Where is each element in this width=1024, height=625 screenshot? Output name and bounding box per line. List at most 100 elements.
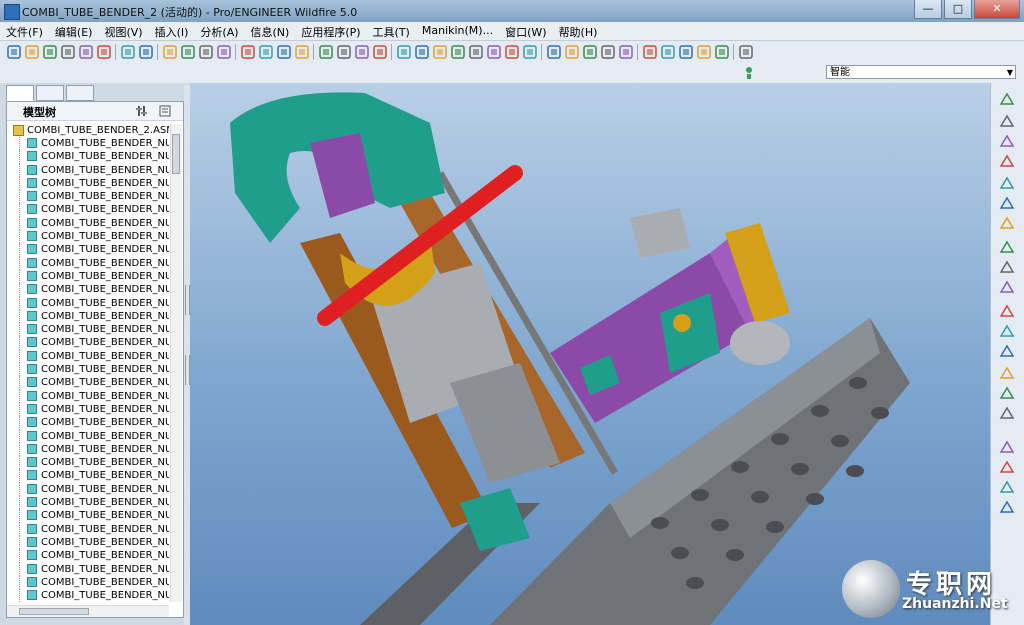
tree-item[interactable]: COMBI_TUBE_BENDER_NULL__22 — [7, 575, 169, 590]
tree-item[interactable]: COMBI_TUBE_BENDER_NULL__23 — [7, 442, 169, 457]
maximize-button[interactable]: □ — [944, 0, 972, 19]
tab-favorites[interactable] — [66, 85, 94, 101]
paste-special-icon[interactable] — [216, 44, 232, 60]
annotations-icon[interactable] — [714, 44, 730, 60]
tree-item[interactable]: COMBI_TUBE_BENDER_NULL__23 — [7, 309, 169, 324]
view-manager-icon[interactable] — [522, 44, 538, 60]
menu-item-3[interactable]: 插入(I) — [149, 22, 195, 40]
tree-horizontal-scrollbar[interactable] — [7, 605, 169, 617]
undo-icon[interactable] — [120, 44, 136, 60]
tree-item[interactable]: COMBI_TUBE_BENDER_NULL__23 — [7, 416, 169, 430]
tree-root-assembly[interactable]: COMBI_TUBE_BENDER_2.ASM — [7, 124, 169, 137]
create-component-icon[interactable] — [999, 259, 1015, 275]
assemble-component-icon[interactable] — [999, 239, 1015, 255]
tree-item[interactable]: COMBI_TUBE_BENDER_NULL__24 — [7, 269, 169, 284]
enhanced-realism-icon[interactable] — [618, 44, 634, 60]
select-box-icon[interactable] — [294, 44, 310, 60]
tree-item[interactable]: COMBI_TUBE_BENDER_NULL__22 — [7, 456, 169, 470]
new-icon[interactable] — [6, 44, 22, 60]
tree-item[interactable]: COMBI_TUBE_BENDER_NULL__22 — [7, 522, 169, 536]
menu-item-10[interactable]: 帮助(H) — [553, 22, 604, 40]
menu-item-2[interactable]: 视图(V) — [98, 22, 148, 40]
save-icon[interactable] — [42, 44, 58, 60]
regen-manager-icon[interactable] — [258, 44, 274, 60]
reorient-icon[interactable] — [468, 44, 484, 60]
tree-item[interactable]: COMBI_TUBE_BENDER_NULL__25 — [7, 163, 169, 177]
appearance-icon[interactable] — [372, 44, 388, 60]
saved-views-icon[interactable] — [486, 44, 502, 60]
package-icon[interactable] — [999, 279, 1015, 295]
tree-item[interactable]: COMBI_TUBE_BENDER_NULL__24 — [7, 243, 169, 257]
tree-item[interactable]: COMBI_TUBE_BENDER_NULL__23 — [7, 402, 169, 417]
menu-item-6[interactable]: 应用程序(P) — [295, 22, 366, 40]
datum-axis-tool-icon[interactable] — [999, 133, 1015, 149]
zoom-in-icon[interactable] — [414, 44, 430, 60]
hole-icon[interactable] — [999, 343, 1015, 359]
datum-axes-icon[interactable] — [660, 44, 676, 60]
whats-this-icon[interactable] — [738, 44, 754, 60]
menu-item-8[interactable]: Manikin(M)... — [416, 22, 499, 40]
scrollbar-thumb[interactable] — [172, 134, 180, 174]
mirror-icon[interactable] — [999, 439, 1015, 455]
tree-item[interactable]: COMBI_TUBE_BENDER_NULL__24 — [7, 256, 169, 270]
menu-item-7[interactable]: 工具(T) — [367, 22, 416, 40]
tree-item[interactable]: COMBI_TUBE_BENDER_NULL__22 — [7, 496, 169, 510]
round-icon[interactable] — [999, 365, 1015, 381]
paste-icon[interactable] — [198, 44, 214, 60]
open-icon[interactable] — [24, 44, 40, 60]
tree-item[interactable]: COMBI_TUBE_BENDER_NULL__22 — [7, 535, 169, 550]
tree-item[interactable]: COMBI_TUBE_BENDER_NULL__23 — [7, 389, 169, 403]
tree-item[interactable]: COMBI_TUBE_BENDER_NULL__24 — [7, 190, 169, 204]
menu-item-4[interactable]: 分析(A) — [194, 22, 244, 40]
menu-item-1[interactable]: 编辑(E) — [49, 22, 99, 40]
coord-systems-icon[interactable] — [696, 44, 712, 60]
graphics-viewport[interactable] — [190, 83, 990, 625]
tree-item[interactable]: COMBI_TUBE_BENDER_NULL__22 — [7, 509, 169, 523]
datum-point-tool-icon[interactable] — [999, 175, 1015, 191]
tree-item[interactable]: COMBI_TUBE_BENDER_NULL__24 — [7, 283, 169, 297]
revolve-icon[interactable] — [999, 323, 1015, 339]
redo-icon[interactable] — [138, 44, 154, 60]
refit-icon[interactable] — [450, 44, 466, 60]
close-button[interactable]: ✕ — [974, 0, 1020, 19]
tree-item[interactable]: COMBI_TUBE_BENDER_NULL__22 — [7, 469, 169, 483]
menu-item-0[interactable]: 文件(F) — [0, 22, 49, 40]
settings-icon[interactable] — [135, 104, 149, 118]
tree-item[interactable]: COMBI_TUBE_BENDER_NULL__21 — [7, 589, 169, 602]
tree-item[interactable]: COMBI_TUBE_BENDER_NULL__22 — [7, 549, 169, 563]
scrollbar-thumb[interactable] — [19, 608, 89, 615]
spin-center-icon[interactable] — [336, 44, 352, 60]
tree-item[interactable]: COMBI_TUBE_BENDER_NULL__23 — [7, 336, 169, 350]
tree-item[interactable]: COMBI_TUBE_BENDER_NULL__24 — [7, 230, 169, 244]
analysis-tool-icon[interactable] — [999, 215, 1015, 231]
tree-item[interactable]: COMBI_TUBE_BENDER_NULL__22 — [7, 482, 169, 497]
tree-item[interactable]: COMBI_TUBE_BENDER_NULL__23 — [7, 349, 169, 364]
tree-item[interactable]: COMBI_TUBE_BENDER_NULL__24 — [7, 176, 169, 191]
shading-icon[interactable] — [600, 44, 616, 60]
tree-item[interactable]: COMBI_TUBE_BENDER_NULL__24 — [7, 216, 169, 231]
tree-item[interactable]: COMBI_TUBE_BENDER_NULL__24 — [7, 296, 169, 310]
datum-planes-icon[interactable] — [642, 44, 658, 60]
selection-filter-dropdown[interactable]: 智能 ▼ — [826, 65, 1016, 79]
curve-tool-icon[interactable] — [999, 153, 1015, 169]
layers-icon[interactable] — [504, 44, 520, 60]
tree-item[interactable]: COMBI_TUBE_BENDER_NULL__22 — [7, 562, 169, 576]
minimize-button[interactable]: — — [914, 0, 942, 19]
pan-icon[interactable] — [396, 44, 412, 60]
tree-item[interactable]: COMBI_TUBE_BENDER_NULL__25 — [7, 137, 169, 151]
tab-model-tree[interactable] — [6, 85, 34, 101]
tree-vertical-scrollbar[interactable] — [170, 124, 182, 602]
hidden-line-icon[interactable] — [564, 44, 580, 60]
print-preview-icon[interactable] — [78, 44, 94, 60]
merge-icon[interactable] — [999, 459, 1015, 475]
print-icon[interactable] — [60, 44, 76, 60]
repaint-icon[interactable] — [318, 44, 334, 60]
cut-icon[interactable] — [162, 44, 178, 60]
zoom-out-icon[interactable] — [432, 44, 448, 60]
wireframe-icon[interactable] — [546, 44, 562, 60]
tree-item[interactable]: COMBI_TUBE_BENDER_NULL__24 — [7, 203, 169, 217]
tree-item[interactable]: COMBI_TUBE_BENDER_NULL__23 — [7, 363, 169, 377]
datum-plane-tool-icon[interactable] — [999, 91, 1015, 107]
no-hidden-icon[interactable] — [582, 44, 598, 60]
extrude-icon[interactable] — [999, 303, 1015, 319]
